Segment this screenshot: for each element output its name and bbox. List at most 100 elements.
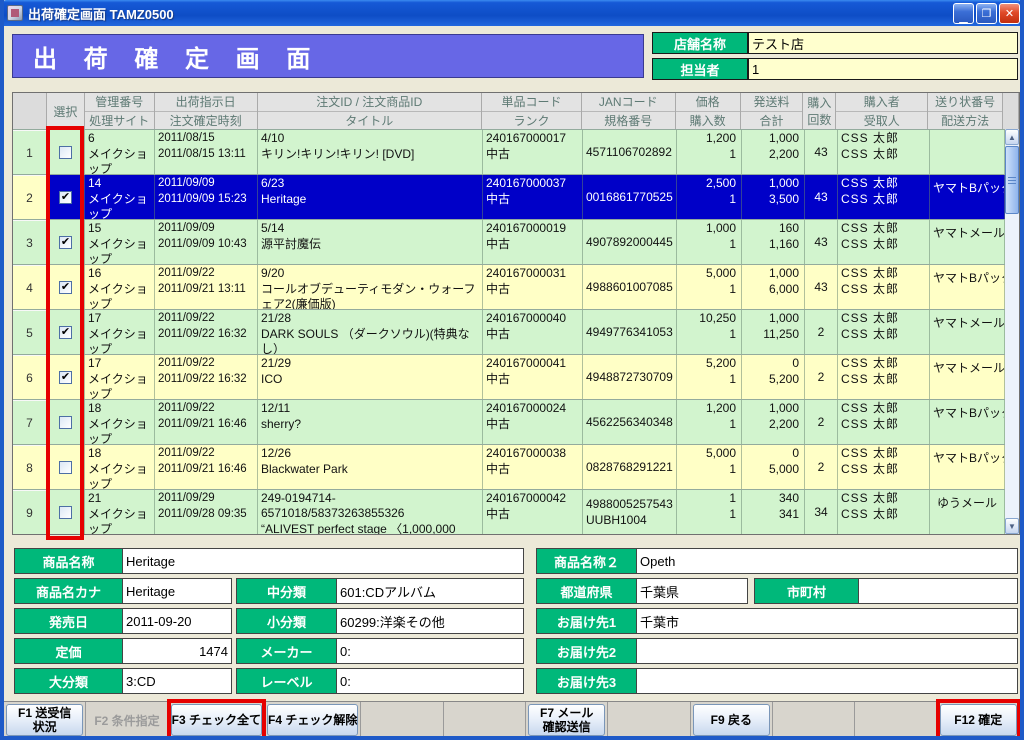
- row-checkbox[interactable]: ✔: [59, 281, 72, 294]
- empty-fkey-slot: [444, 702, 526, 738]
- small-category-field[interactable]: 60299:洋楽その他: [337, 609, 523, 633]
- mid-category-field[interactable]: 601:CDアルバム: [337, 579, 523, 603]
- cell-price: 1,2001: [677, 130, 742, 174]
- product-name-field[interactable]: Heritage: [123, 549, 523, 573]
- col-jan: JANコード規格番号: [582, 93, 676, 129]
- col-buyer: 購入者受取人: [836, 93, 928, 129]
- cell-item-code: 240167000017中古: [483, 130, 583, 174]
- table-row[interactable]: 1 6メイクショップ 2011/08/152011/08/15 13:11 4/…: [13, 129, 1005, 174]
- cell-buyer: CSS 太郎CSS 太郎: [838, 310, 930, 354]
- row-select-cell[interactable]: ✔: [47, 175, 85, 219]
- row-number[interactable]: 9: [13, 490, 47, 534]
- scroll-up-icon[interactable]: ▲: [1005, 129, 1019, 145]
- row-number[interactable]: 1: [13, 130, 47, 174]
- table-row[interactable]: 9 21メイクショップ 2011/09/292011/09/28 09:35 2…: [13, 489, 1005, 534]
- f1-send-receive-status-button[interactable]: F1 送受信状況: [6, 704, 83, 736]
- cell-jan: 4948872730709: [583, 355, 677, 399]
- maximize-button[interactable]: ❐: [976, 3, 997, 24]
- row-checkbox[interactable]: ✔: [59, 236, 72, 249]
- delivery-address1-field[interactable]: 千葉市: [637, 609, 1017, 633]
- row-number[interactable]: 4: [13, 265, 47, 309]
- row-number[interactable]: 6: [13, 355, 47, 399]
- f7-mail-confirm-send-button[interactable]: F7 メール確認送信: [528, 704, 605, 736]
- cell-order: 9/20コールオブデューティモダン・ウォーフェア2(廉価版): [258, 265, 483, 309]
- row-checkbox[interactable]: ✔: [59, 371, 72, 384]
- table-row[interactable]: 4 ✔ 16メイクショップ 2011/09/222011/09/21 13:11…: [13, 264, 1005, 309]
- row-checkbox[interactable]: ✔: [59, 191, 72, 204]
- minimize-button[interactable]: ▁: [953, 3, 974, 24]
- f9-back-button[interactable]: F9 戻る: [693, 704, 770, 736]
- col-invoice: 送り状番号配送方法: [928, 93, 1003, 129]
- cell-invoice: ヤマトBパック: [930, 265, 1005, 309]
- row-number[interactable]: 2: [13, 175, 47, 219]
- delivery-address3-field[interactable]: [637, 669, 1017, 693]
- cell-item-code: 240167000019中古: [483, 220, 583, 264]
- cell-shipping: 05,000: [742, 445, 805, 489]
- row-checkbox[interactable]: ✔: [59, 326, 72, 339]
- scrollbar-track[interactable]: [1005, 214, 1019, 518]
- table-row[interactable]: 5 ✔ 17メイクショップ 2011/09/222011/09/22 16:32…: [13, 309, 1005, 354]
- cell-price: 1,0001: [677, 220, 742, 264]
- store-name-field[interactable]: テスト店: [748, 32, 1018, 54]
- scrollbar-thumb[interactable]: [1005, 146, 1019, 214]
- row-select-cell[interactable]: [47, 130, 85, 174]
- row-select-cell[interactable]: [47, 445, 85, 489]
- cell-jan: 0828768291221: [583, 445, 677, 489]
- f4-uncheck-all-button[interactable]: F4 チェック解除: [267, 704, 358, 736]
- row-select-cell[interactable]: ✔: [47, 310, 85, 354]
- cell-ship-date: 2011/08/152011/08/15 13:11: [155, 130, 258, 174]
- f12-confirm-button[interactable]: F12 確定: [940, 704, 1017, 736]
- form-row: 定価 1474: [14, 638, 232, 664]
- cell-order: 21/29ICO: [258, 355, 483, 399]
- table-row[interactable]: 6 ✔ 17メイクショップ 2011/09/222011/09/22 16:32…: [13, 354, 1005, 399]
- col-order-id: 注文ID / 注文商品IDタイトル: [258, 93, 483, 129]
- staff-field[interactable]: 1: [748, 58, 1018, 80]
- row-number[interactable]: 5: [13, 310, 47, 354]
- row-number[interactable]: 7: [13, 400, 47, 444]
- large-category-field[interactable]: 3:CD: [123, 669, 231, 693]
- title-bar: 出荷確定画面 TAMZ0500 ▁ ❐ ✕: [0, 0, 1024, 26]
- window-title: 出荷確定画面 TAMZ0500: [28, 4, 953, 23]
- cell-purchase-count: 2: [805, 355, 838, 399]
- cell-jan: 4907892000445: [583, 220, 677, 264]
- release-date-field[interactable]: 2011-09-20: [123, 609, 231, 633]
- cell-price: 10,2501: [677, 310, 742, 354]
- row-number[interactable]: 3: [13, 220, 47, 264]
- cell-price: 11: [677, 490, 742, 534]
- row-number[interactable]: 8: [13, 445, 47, 489]
- form-row: レーベル 0:: [236, 668, 524, 694]
- f3-check-all-button[interactable]: F3 チェック全て: [171, 704, 262, 736]
- cell-buyer: CSS 太郎CSS 太郎: [838, 355, 930, 399]
- scroll-down-icon[interactable]: ▼: [1005, 518, 1019, 534]
- app-window: 出荷確定画面 TAMZ0500 ▁ ❐ ✕ 出 荷 確 定 画 面 店舗名称 テ…: [0, 0, 1024, 740]
- table-row[interactable]: 3 ✔ 15メイクショップ 2011/09/092011/09/09 10:43…: [13, 219, 1005, 264]
- cell-item-code: 240167000041中古: [483, 355, 583, 399]
- city-field[interactable]: [859, 579, 1017, 603]
- row-checkbox[interactable]: [59, 461, 72, 474]
- table-row[interactable]: 8 18メイクショップ 2011/09/222011/09/21 16:46 1…: [13, 444, 1005, 489]
- row-select-cell[interactable]: ✔: [47, 220, 85, 264]
- form-row: 大分類 3:CD: [14, 668, 232, 694]
- row-select-cell[interactable]: ✔: [47, 265, 85, 309]
- product-name2-field[interactable]: Opeth: [637, 549, 1017, 573]
- row-checkbox[interactable]: [59, 506, 72, 519]
- maker-field[interactable]: 0:: [337, 639, 523, 663]
- product-kana-field[interactable]: Heritage: [123, 579, 231, 603]
- cell-item-code: 240167000038中古: [483, 445, 583, 489]
- vertical-scrollbar[interactable]: ▲ ▼: [1005, 129, 1019, 534]
- table-row[interactable]: 2 ✔ 14メイクショップ 2011/09/092011/09/09 15:23…: [13, 174, 1005, 219]
- record-label-field[interactable]: 0:: [337, 669, 523, 693]
- list-price-field[interactable]: 1474: [123, 639, 231, 663]
- prefecture-field[interactable]: 千葉県: [637, 579, 747, 603]
- cell-price: 1,2001: [677, 400, 742, 444]
- row-select-cell[interactable]: [47, 400, 85, 444]
- cell-shipping: 1601,160: [742, 220, 805, 264]
- row-checkbox[interactable]: [59, 146, 72, 159]
- cell-invoice: [930, 130, 1005, 174]
- table-row[interactable]: 7 18メイクショップ 2011/09/222011/09/21 16:46 1…: [13, 399, 1005, 444]
- close-button[interactable]: ✕: [999, 3, 1020, 24]
- row-select-cell[interactable]: [47, 490, 85, 534]
- delivery-address2-field[interactable]: [637, 639, 1017, 663]
- row-checkbox[interactable]: [59, 416, 72, 429]
- row-select-cell[interactable]: ✔: [47, 355, 85, 399]
